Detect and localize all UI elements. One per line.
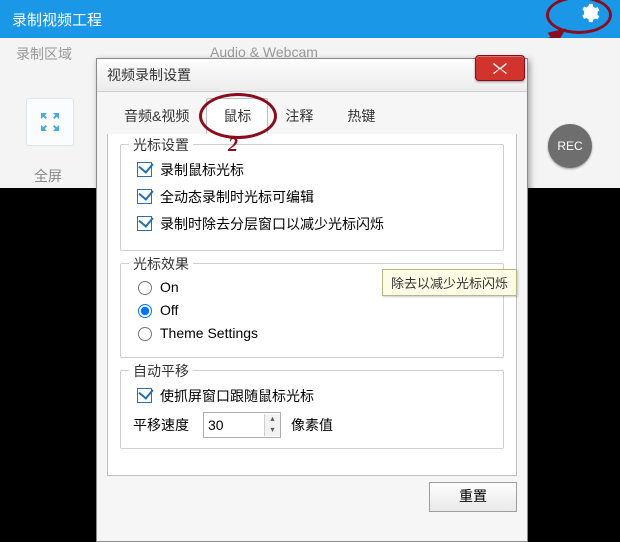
- label-pan-unit: 像素值: [291, 415, 333, 435]
- group-cursor-settings: 光标设置 录制鼠标光标 全动态录制时光标可编辑 录制时除去分层窗口以减少光标闪烁: [120, 144, 504, 251]
- checkbox-remove-layered[interactable]: [137, 216, 152, 231]
- spinner-up[interactable]: ▴: [265, 414, 280, 425]
- dialog-close-button[interactable]: [475, 55, 525, 81]
- checkbox-editable-cursor[interactable]: [137, 189, 152, 204]
- tab-hotkey[interactable]: 热键: [330, 98, 392, 134]
- label-record-cursor: 录制鼠标光标: [160, 160, 244, 180]
- radio-effect-theme[interactable]: [138, 327, 152, 341]
- record-button[interactable]: REC: [548, 124, 592, 168]
- row-remove-layered: 录制时除去分层窗口以减少光标闪烁: [133, 213, 493, 234]
- radio-effect-off[interactable]: [138, 304, 152, 318]
- tab-mouse[interactable]: 鼠标: [206, 98, 268, 134]
- label-effect-on: On: [160, 279, 179, 295]
- checkbox-follow-cursor[interactable]: [137, 388, 152, 403]
- section-label-record-area: 录制区域: [16, 44, 72, 64]
- tooltip-remove-layered: 除去以减少光标闪烁: [382, 269, 517, 296]
- tab-annotation[interactable]: 注释: [268, 98, 330, 134]
- reset-button[interactable]: 重置: [429, 482, 517, 512]
- close-icon: [492, 62, 508, 74]
- dialog-title: 视频录制设置: [107, 65, 191, 85]
- record-button-label: REC: [557, 139, 582, 153]
- app-title: 录制视频工程: [12, 9, 102, 30]
- settings-dialog: 视频录制设置 音频&视频 鼠标 注释 热键 光标设置 录制鼠标光标 全动态录制时…: [96, 58, 528, 542]
- spinner-buttons: ▴ ▾: [264, 414, 280, 436]
- tab-audio-video[interactable]: 音频&视频: [107, 98, 206, 134]
- row-editable-cursor: 全动态录制时光标可编辑: [133, 186, 493, 207]
- row-record-cursor: 录制鼠标光标: [133, 159, 493, 180]
- fullscreen-button[interactable]: [26, 98, 74, 146]
- checkbox-record-cursor[interactable]: [137, 162, 152, 177]
- dialog-titlebar[interactable]: 视频录制设置: [97, 59, 527, 92]
- row-follow-cursor: 使抓屏窗口跟随鼠标光标: [133, 385, 493, 406]
- fullscreen-label: 全屏: [34, 166, 62, 186]
- fullscreen-icon: [38, 110, 62, 134]
- annotation-number-2: 2: [228, 134, 238, 157]
- label-effect-theme: Theme Settings: [160, 325, 258, 341]
- label-follow-cursor: 使抓屏窗口跟随鼠标光标: [160, 386, 314, 406]
- label-pan-speed: 平移速度: [133, 415, 203, 435]
- app-titlebar: 录制视频工程: [0, 0, 620, 38]
- row-effect-off: Off: [133, 301, 493, 318]
- row-pan-speed: 平移速度 ▴ ▾ 像素值: [133, 412, 493, 438]
- label-editable-cursor: 全动态录制时光标可编辑: [160, 187, 314, 207]
- group-auto-pan: 自动平移 使抓屏窗口跟随鼠标光标 平移速度 ▴ ▾ 像素值: [120, 370, 504, 449]
- spinner-down[interactable]: ▾: [265, 425, 280, 436]
- label-remove-layered: 录制时除去分层窗口以减少光标闪烁: [160, 214, 384, 234]
- radio-effect-on[interactable]: [138, 281, 152, 295]
- label-effect-off: Off: [160, 302, 178, 318]
- dialog-button-row: 重置: [97, 482, 517, 512]
- legend-cursor-settings: 光标设置: [129, 135, 193, 155]
- pan-speed-input[interactable]: [204, 414, 264, 436]
- pan-speed-spinner: ▴ ▾: [203, 412, 281, 438]
- tab-mouse-label: 鼠标: [223, 108, 251, 124]
- tab-bar: 音频&视频 鼠标 注释 热键: [107, 98, 517, 134]
- legend-auto-pan: 自动平移: [129, 361, 193, 381]
- legend-cursor-effect: 光标效果: [129, 254, 193, 274]
- row-effect-theme: Theme Settings: [133, 324, 493, 341]
- tab-content: 光标设置 录制鼠标光标 全动态录制时光标可编辑 录制时除去分层窗口以减少光标闪烁…: [107, 134, 517, 476]
